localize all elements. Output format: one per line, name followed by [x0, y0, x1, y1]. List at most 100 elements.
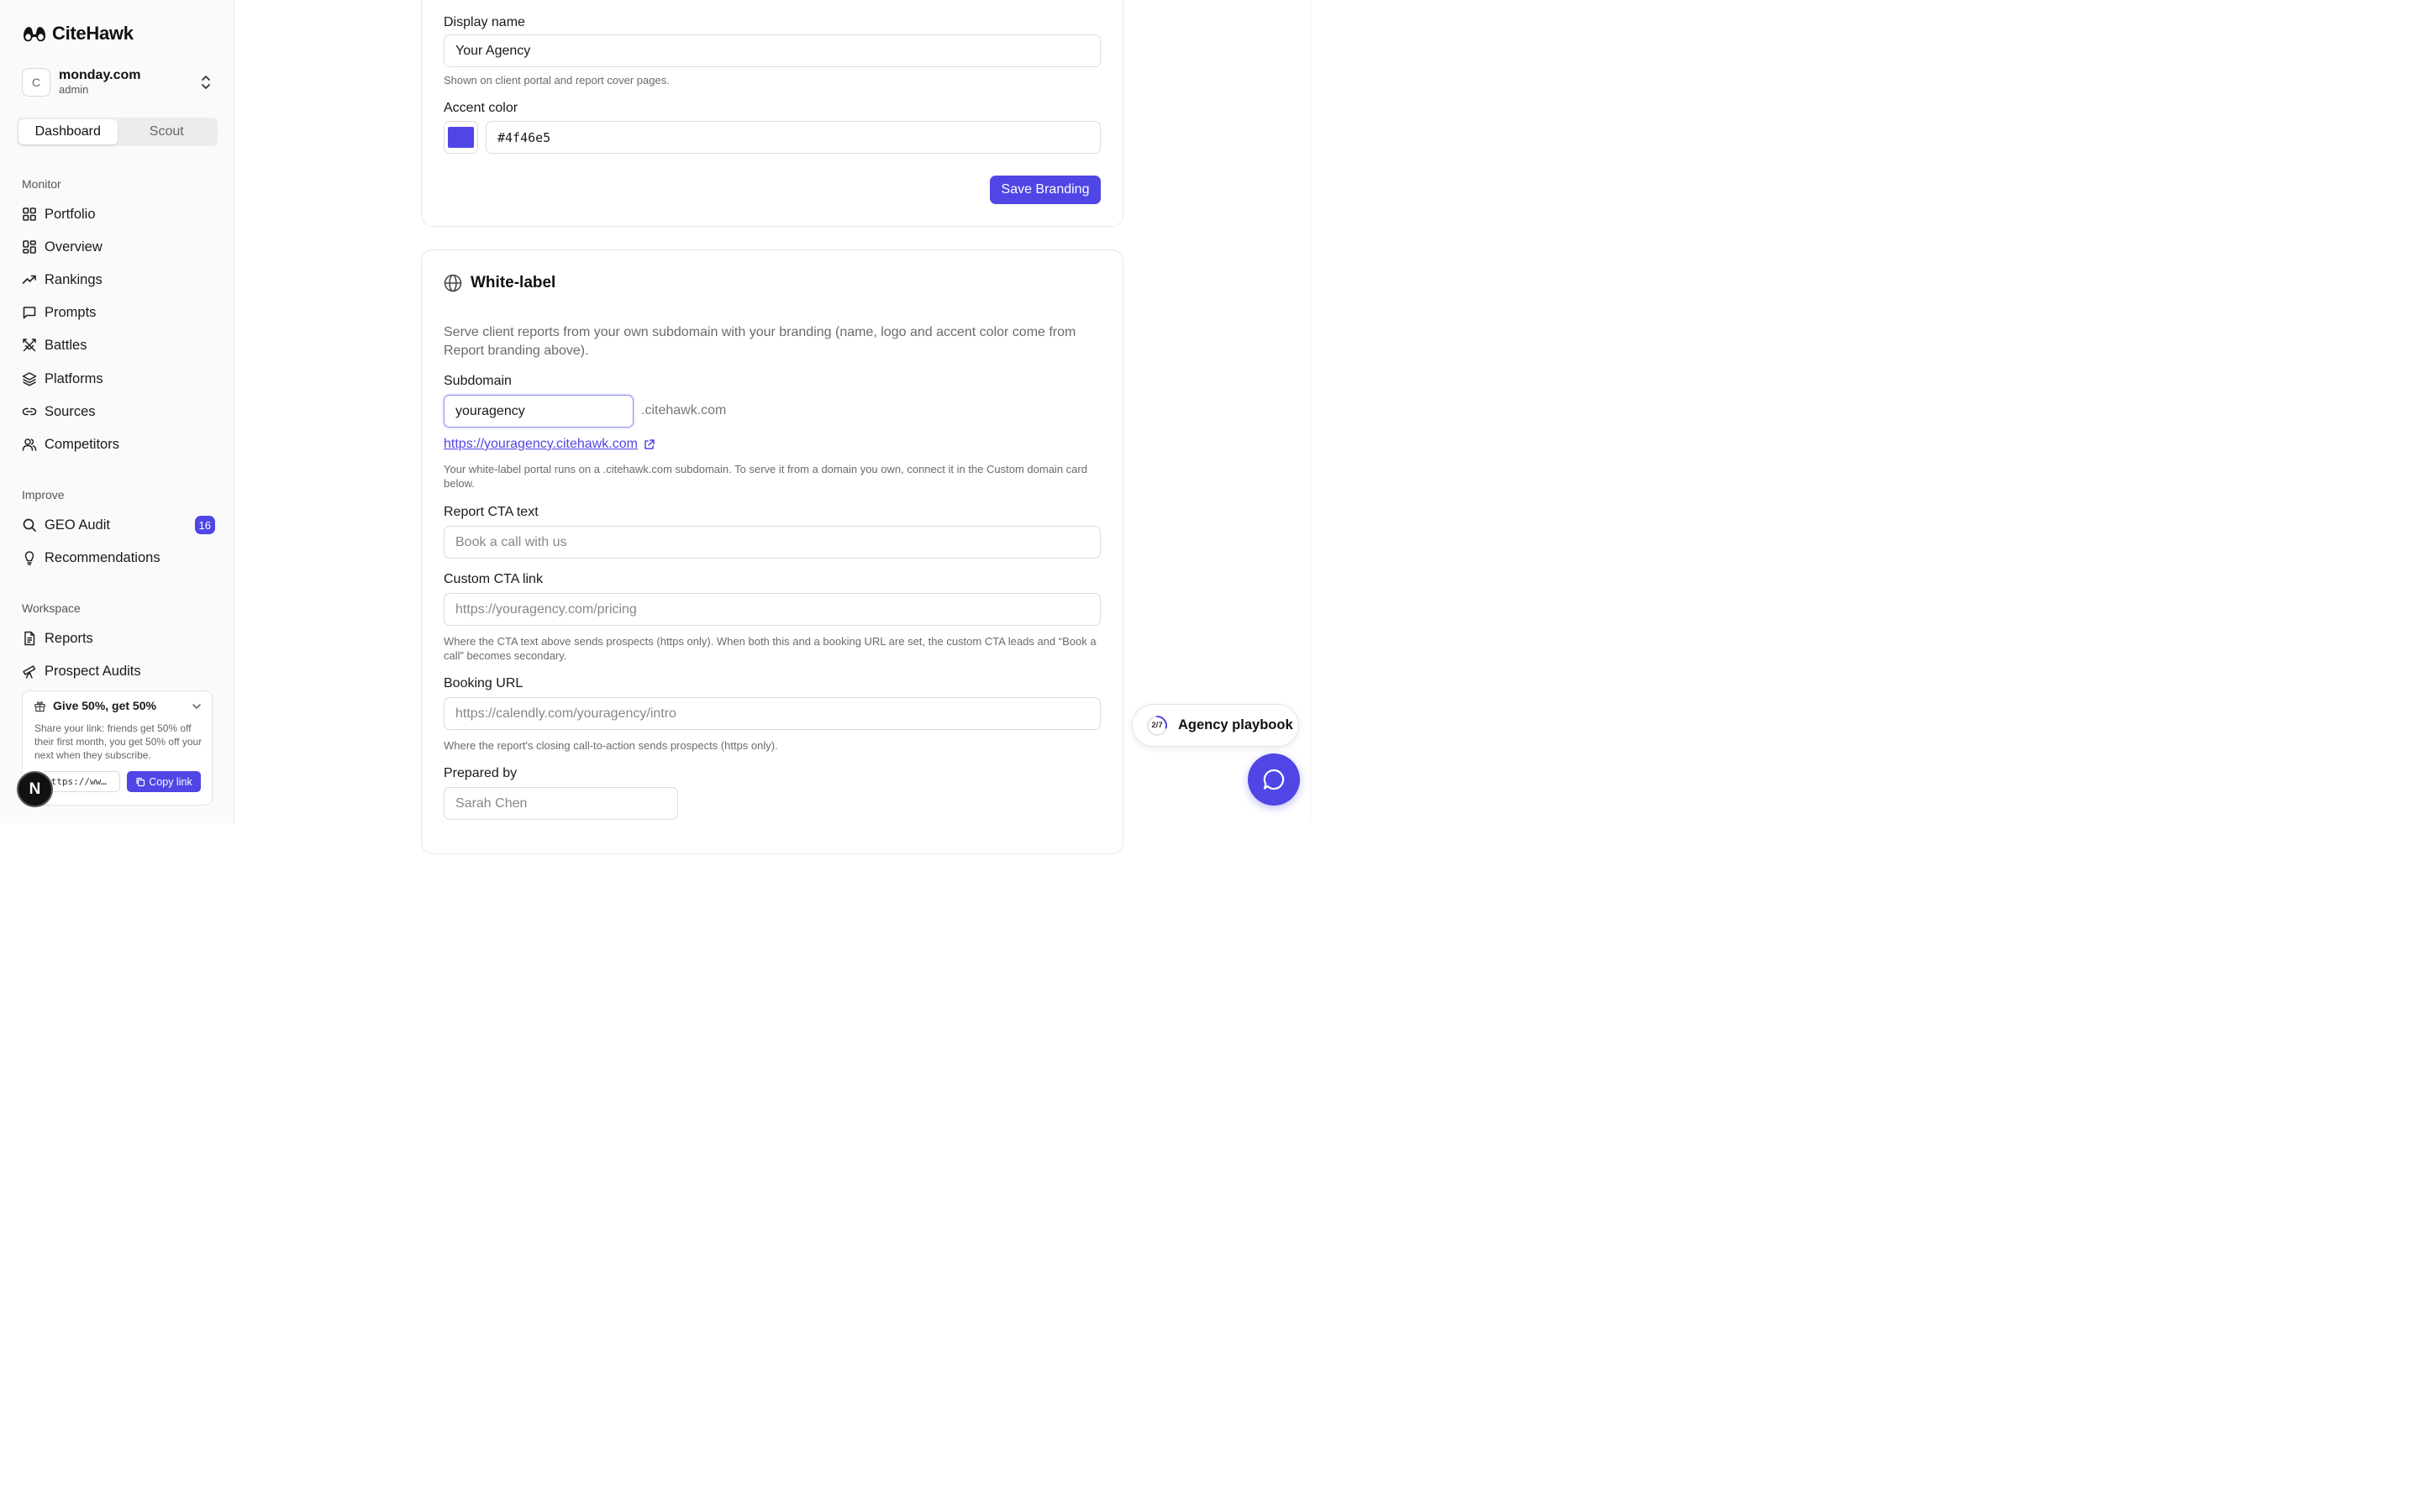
page-scrollbar[interactable]: [1310, 0, 1318, 823]
count-badge: 16: [194, 516, 215, 534]
sidebar-item-label: Reports: [45, 630, 93, 646]
subdomain-input[interactable]: youragency: [444, 395, 634, 428]
sidebar-item-rankings[interactable]: Rankings: [22, 267, 217, 292]
main-content: Display name Your Agency Shown on client…: [234, 0, 1318, 854]
save-branding-button[interactable]: Save Branding: [990, 176, 1101, 204]
sidebar-item-label: Rankings: [45, 271, 103, 287]
nextjs-dev-badge[interactable]: N: [17, 771, 53, 807]
report-cta-text-label: Report CTA text: [444, 505, 539, 519]
playbook-progress-text: 2/7: [1151, 721, 1163, 730]
booking-url-label: Booking URL: [444, 676, 523, 690]
booking-url-input[interactable]: https://calendly.com/youragency/intro: [444, 697, 1101, 730]
sidebar-item-prompts[interactable]: Prompts: [22, 300, 217, 325]
sidebar-item-label: Competitors: [45, 436, 119, 452]
sidebar: CiteHawk C monday.com admin Dashboard Sc…: [0, 0, 234, 823]
workspace-switcher[interactable]: C monday.com admin: [22, 67, 217, 97]
gift-icon: [34, 701, 45, 711]
workspace-avatar: C: [22, 68, 50, 97]
section-label-improve: Improve: [22, 488, 65, 501]
chat-button[interactable]: [1248, 753, 1300, 806]
playbook-label: Agency playbook: [1178, 717, 1293, 732]
white-label-title-row: White-label: [444, 274, 555, 292]
referral-link-field[interactable]: https://ww…: [41, 771, 120, 792]
chevron-down-icon[interactable]: [192, 701, 202, 711]
swords-icon: [23, 339, 36, 352]
sidebar-item-reports[interactable]: Reports: [22, 626, 217, 651]
app-window: CiteHawk C monday.com admin Dashboard Sc…: [0, 0, 1318, 854]
prepared-by-label: Prepared by: [444, 766, 518, 780]
report-cta-text-input[interactable]: Book a call with us: [444, 526, 1101, 559]
referral-header[interactable]: Give 50%, get 50%: [34, 699, 156, 712]
display-name-label: Display name: [444, 15, 525, 29]
sidebar-item-label: Battles: [45, 337, 87, 353]
workspace-name: monday.com: [59, 68, 141, 83]
accent-color-swatch[interactable]: [444, 121, 478, 154]
message-square-icon: [23, 307, 36, 319]
accent-color-preview: [448, 127, 474, 148]
brand-logo[interactable]: CiteHawk: [22, 23, 134, 45]
mode-switch: Dashboard Scout: [17, 118, 218, 146]
custom-cta-link-help: Where the CTA text above sends prospects…: [444, 635, 1097, 662]
sidebar-item-label: Recommendations: [45, 549, 160, 565]
referral-description: Share your link: friends get 50% off the…: [34, 722, 203, 761]
sidebar-item-label: Sources: [45, 403, 96, 419]
accent-color-label: Accent color: [444, 101, 518, 115]
sidebar-item-label: Prompts: [45, 304, 97, 320]
playbook-progress-ring: 2/7: [1146, 715, 1168, 737]
chat-bubble-icon: [1263, 769, 1285, 790]
telescope-icon: [23, 665, 36, 679]
brand-name: CiteHawk: [52, 23, 134, 44]
sidebar-item-portfolio[interactable]: Portfolio: [22, 202, 217, 227]
sidebar-item-label: Platforms: [45, 370, 103, 386]
search-icon: [23, 518, 36, 532]
sidebar-item-sources[interactable]: Sources: [22, 399, 217, 424]
sidebar-item-label: Portfolio: [45, 206, 96, 222]
subdomain-help: Your white-label portal runs on a .citeh…: [444, 463, 1087, 490]
prepared-by-input[interactable]: Sarah Chen: [444, 787, 678, 820]
trending-up-icon: [22, 275, 36, 284]
sidebar-item-competitors[interactable]: Competitors: [22, 432, 217, 457]
sidebar-item-battles[interactable]: Battles: [22, 333, 217, 358]
sidebar-item-prospect-audits[interactable]: Prospect Audits: [22, 659, 217, 684]
booking-url-help: Where the report's closing call-to-actio…: [444, 739, 778, 752]
white-label-title: White-label: [471, 274, 556, 291]
sidebar-item-recommendations[interactable]: Recommendations: [22, 545, 217, 570]
sidebar-item-label: GEO Audit: [45, 517, 110, 533]
section-label-monitor: Monitor: [22, 177, 61, 191]
copy-link-label: Copy link: [149, 775, 192, 788]
display-name-input[interactable]: Your Agency: [444, 34, 1101, 67]
display-name-help: Shown on client portal and report cover …: [444, 74, 670, 87]
custom-cta-link-label: Custom CTA link: [444, 572, 543, 586]
workspace-role: admin: [59, 82, 89, 96]
grid-icon: [23, 207, 36, 221]
sidebar-item-label: Prospect Audits: [45, 663, 141, 679]
sidebar-item-geo-audit[interactable]: GEO Audit 16: [22, 512, 217, 538]
lightbulb-icon: [24, 551, 34, 565]
subdomain-suffix: .citehawk.com: [641, 403, 727, 417]
globe-icon: [444, 274, 462, 292]
subdomain-label: Subdomain: [444, 374, 512, 388]
binoculars-logo-icon: [24, 27, 45, 42]
copy-icon: [136, 777, 145, 786]
agency-playbook-button[interactable]: 2/7 Agency playbook: [1132, 704, 1299, 747]
external-link-icon: [644, 438, 655, 449]
portal-url-text: https://youragency.citehawk.com: [444, 437, 638, 451]
file-text-icon: [24, 631, 35, 646]
sidebar-item-label: Overview: [45, 239, 103, 255]
tab-scout[interactable]: Scout: [118, 119, 217, 144]
tab-dashboard[interactable]: Dashboard: [18, 119, 118, 144]
referral-title: Give 50%, get 50%: [53, 699, 156, 712]
dashboard-icon: [23, 240, 36, 254]
portal-url-link[interactable]: https://youragency.citehawk.com: [444, 437, 655, 452]
section-label-workspace: Workspace: [22, 601, 81, 615]
sidebar-item-overview[interactable]: Overview: [22, 234, 217, 260]
accent-color-input[interactable]: #4f46e5: [486, 121, 1101, 154]
chevrons-up-down-icon: [202, 76, 210, 89]
copy-link-button[interactable]: Copy link: [127, 771, 201, 792]
sidebar-item-platforms[interactable]: Platforms: [22, 366, 217, 391]
link-icon: [22, 407, 37, 416]
users-icon: [22, 438, 37, 451]
custom-cta-link-input[interactable]: https://youragency.com/pricing: [444, 593, 1101, 626]
white-label-description: Serve client reports from your own subdo…: [444, 325, 1076, 358]
layers-icon: [22, 372, 37, 386]
